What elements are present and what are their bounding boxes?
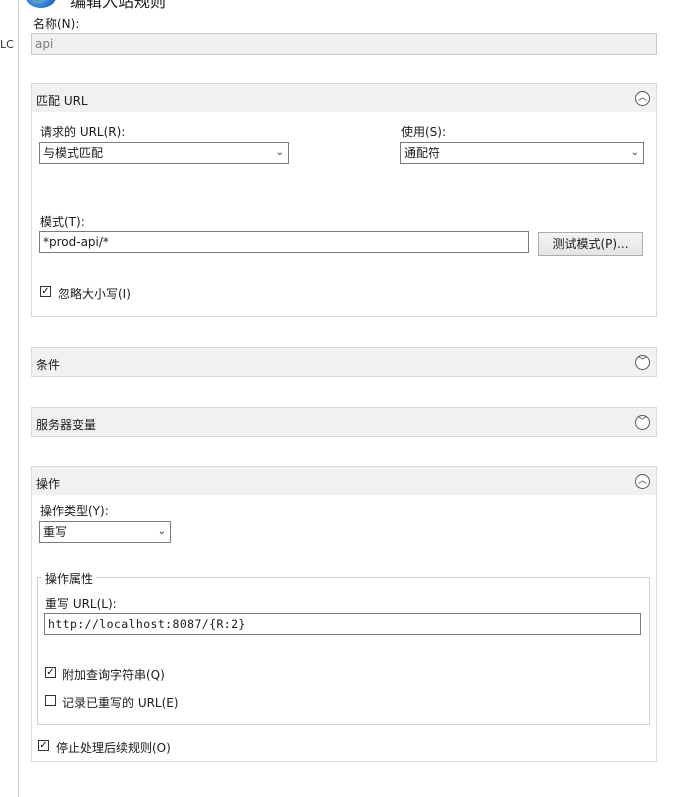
append-query-label: 附加查询字符串(Q) <box>62 668 165 682</box>
log-rewritten-checkbox[interactable] <box>45 695 56 706</box>
append-query-checkbox[interactable]: ✓ <box>45 667 56 678</box>
action-title: 操作 <box>36 477 61 491</box>
background-window-edge: LC <box>0 0 19 797</box>
conditions-header[interactable]: 条件 ﹀ <box>32 348 656 376</box>
requested-url-value: 与模式匹配 <box>43 146 104 160</box>
requested-url-select[interactable]: 与模式匹配 ⌄ <box>39 142 289 164</box>
checkmark-icon: ✓ <box>41 286 50 297</box>
test-pattern-button[interactable]: 测试模式(P)... <box>538 232 643 256</box>
log-rewritten-label: 记录已重写的 URL(E) <box>62 696 179 710</box>
action-properties-title: 操作属性 <box>42 570 97 587</box>
requested-url-label: 请求的 URL(R): <box>40 125 126 139</box>
using-select[interactable]: 通配符 ⌄ <box>400 142 644 164</box>
server-variables-header[interactable]: 服务器变量 ﹀ <box>32 408 656 436</box>
rewrite-url-input[interactable]: http://localhost:8087/{R:2} <box>44 613 641 635</box>
server-variables-title: 服务器变量 <box>36 418 97 432</box>
background-window-text: LC <box>0 38 14 51</box>
using-value: 通配符 <box>404 146 441 160</box>
dropdown-arrow-icon: ⌄ <box>275 147 284 158</box>
match-url-header[interactable]: 匹配 URL ︿ <box>32 84 656 112</box>
action-header[interactable]: 操作 ︿ <box>32 467 656 495</box>
pattern-input[interactable]: *prod-api/* <box>39 231 529 253</box>
chevron-up-icon[interactable]: ︿ <box>635 474 650 489</box>
chevron-down-icon[interactable]: ﹀ <box>635 415 650 430</box>
dropdown-arrow-icon: ⌄ <box>157 526 166 537</box>
chevron-up-icon[interactable]: ︿ <box>635 91 650 106</box>
dropdown-arrow-icon: ⌄ <box>630 147 639 158</box>
action-type-label: 操作类型(Y): <box>40 504 109 518</box>
name-label: 名称(N): <box>33 17 80 31</box>
checkmark-icon: ✓ <box>46 667 55 678</box>
match-url-panel: 匹配 URL ︿ <box>31 83 657 317</box>
chevron-down-icon[interactable]: ﹀ <box>635 355 650 370</box>
stop-processing-label: 停止处理后续规则(O) <box>56 741 171 755</box>
server-variables-panel: 服务器变量 ﹀ <box>31 407 657 437</box>
using-label: 使用(S): <box>401 125 447 139</box>
rewrite-url-label: 重写 URL(L): <box>45 597 117 611</box>
stop-processing-checkbox[interactable]: ✓ <box>38 740 49 751</box>
conditions-panel: 条件 ﹀ <box>31 347 657 377</box>
checkmark-icon: ✓ <box>39 740 48 751</box>
pattern-label: 模式(T): <box>40 215 85 229</box>
action-type-value: 重写 <box>43 525 68 539</box>
ignore-case-checkbox[interactable]: ✓ <box>40 286 51 297</box>
dialog-title: 编辑入站规则 <box>70 0 167 11</box>
ignore-case-label: 忽略大小写(I) <box>58 287 131 301</box>
match-url-title: 匹配 URL <box>36 94 88 108</box>
action-type-select[interactable]: 重写 ⌄ <box>39 521 171 543</box>
globe-icon <box>26 0 56 8</box>
name-input[interactable]: api <box>31 33 657 55</box>
conditions-title: 条件 <box>36 358 61 372</box>
